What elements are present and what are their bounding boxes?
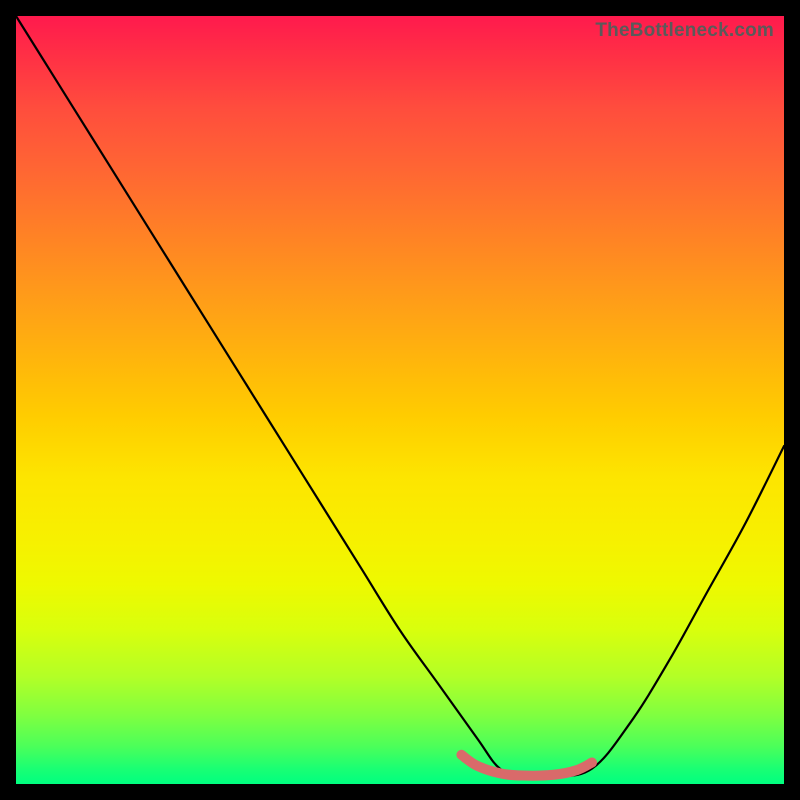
chart-svg [16, 16, 784, 784]
chart-container: TheBottleneck.com [0, 0, 800, 800]
bottleneck-curve-path [16, 16, 784, 777]
optimal-marker-path [461, 755, 592, 776]
plot-area: TheBottleneck.com [16, 16, 784, 784]
